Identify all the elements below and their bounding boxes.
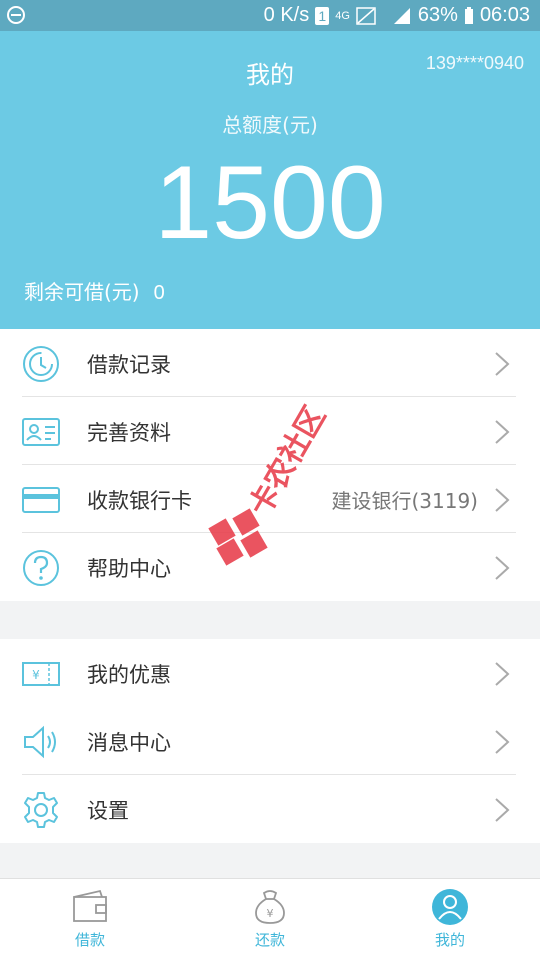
signal-bars-icon bbox=[393, 7, 410, 24]
phone-number: 139****0940 bbox=[425, 53, 524, 73]
speaker-icon bbox=[24, 725, 56, 759]
menu-item-settings[interactable]: 设置 bbox=[0, 775, 540, 843]
bottom-tab-bar: 借款 ¥ 还款 我的 bbox=[0, 878, 540, 961]
menu-item-label: 消息中心 bbox=[87, 731, 171, 755]
menu-item-label: 帮助中心 bbox=[87, 557, 171, 581]
status-bar: 0 K/s 1 4G 63% 06:03 bbox=[0, 0, 540, 31]
chevron-right-icon bbox=[495, 556, 510, 580]
bank-card-value: 建设银行(3119) bbox=[331, 489, 478, 513]
menu-item-label: 完善资料 bbox=[87, 421, 171, 445]
tab-loan[interactable]: 借款 bbox=[0, 879, 180, 961]
total-credit-label: 总额度(元) bbox=[222, 113, 318, 137]
help-icon bbox=[23, 550, 59, 586]
chevron-right-icon bbox=[495, 662, 510, 686]
chevron-right-icon bbox=[495, 420, 510, 444]
money-bag-icon: ¥ bbox=[255, 890, 285, 924]
tab-mine[interactable]: 我的 bbox=[360, 879, 540, 961]
menu-item-loan-history[interactable]: 借款记录 bbox=[0, 329, 540, 397]
remaining-credit-value: 0 bbox=[153, 282, 165, 304]
tab-label: 我的 bbox=[434, 931, 465, 949]
signal-icon bbox=[356, 6, 376, 25]
clock: 06:03 bbox=[479, 4, 530, 26]
tab-label: 借款 bbox=[74, 931, 105, 949]
watermark-text: 卡农社区 bbox=[243, 401, 333, 522]
sim-icon: 1 bbox=[315, 6, 330, 25]
wallet-icon bbox=[73, 889, 107, 922]
tab-repay[interactable]: ¥ 还款 bbox=[180, 879, 360, 961]
battery-icon bbox=[464, 6, 473, 24]
total-credit-amount: 1500 bbox=[154, 145, 386, 261]
account-header: 我的 139****0940 总额度(元) 1500 剩余可借(元) 0 bbox=[0, 31, 540, 329]
tab-label: 还款 bbox=[254, 931, 285, 949]
bank-card-icon bbox=[22, 487, 60, 513]
network-speed: 0 K/s bbox=[263, 4, 310, 26]
chevron-right-icon bbox=[495, 730, 510, 754]
user-icon bbox=[432, 889, 468, 925]
network-type: 4G bbox=[335, 9, 350, 22]
chevron-right-icon bbox=[495, 352, 510, 376]
menu-item-label: 借款记录 bbox=[87, 353, 171, 377]
gear-icon bbox=[24, 792, 58, 828]
remaining-credit-label: 剩余可借(元) bbox=[24, 280, 140, 304]
menu-item-label: 我的优惠 bbox=[87, 663, 171, 687]
menu-item-message-center[interactable]: 消息中心 bbox=[0, 707, 540, 775]
remaining-credit: 剩余可借(元) 0 bbox=[24, 276, 165, 305]
menu-group-misc: ¥ 我的优惠 消息中心 设置 bbox=[0, 639, 540, 843]
chevron-right-icon bbox=[495, 798, 510, 822]
watermark-logo: 卡农社区 bbox=[200, 400, 350, 570]
history-icon bbox=[23, 346, 59, 382]
chevron-right-icon bbox=[495, 488, 510, 512]
svg-text:¥: ¥ bbox=[267, 907, 274, 920]
id-card-icon bbox=[22, 418, 60, 446]
minus-circle-icon bbox=[6, 5, 26, 31]
menu-item-label: 设置 bbox=[87, 799, 129, 823]
menu-item-my-coupons[interactable]: ¥ 我的优惠 bbox=[0, 639, 540, 707]
battery-level: 63% bbox=[417, 4, 458, 26]
coupon-icon: ¥ bbox=[22, 662, 60, 686]
menu-item-label: 收款银行卡 bbox=[87, 489, 192, 513]
svg-text:¥: ¥ bbox=[32, 668, 40, 682]
